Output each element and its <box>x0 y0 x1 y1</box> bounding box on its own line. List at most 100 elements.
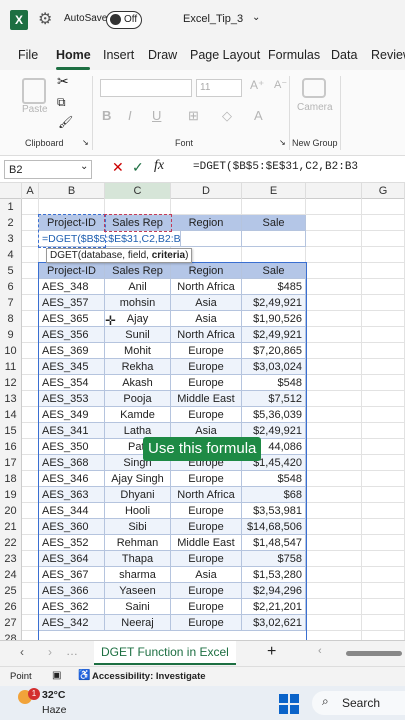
grid-cell[interactable] <box>306 471 362 487</box>
grid-cell[interactable] <box>22 295 39 311</box>
fill-color-icon[interactable]: ◇ <box>222 108 232 124</box>
more-icon[interactable]: … <box>66 644 78 658</box>
grid-cell[interactable] <box>22 519 39 535</box>
grid-cell[interactable] <box>22 583 39 599</box>
grid-cell[interactable] <box>362 519 405 535</box>
bold-icon[interactable]: B <box>102 108 111 123</box>
borders-icon[interactable]: ⊞ <box>188 108 199 124</box>
grid-cell[interactable] <box>362 359 405 375</box>
grid-cell[interactable] <box>362 343 405 359</box>
increase-font-icon[interactable]: A⁺ <box>250 78 264 92</box>
grid-cell[interactable] <box>362 263 405 279</box>
row-header[interactable]: 17 <box>0 455 22 471</box>
criteria-header-cell[interactable]: Sale <box>242 215 306 231</box>
grid-cell[interactable] <box>22 439 39 455</box>
format-painter-icon[interactable]: 🖌 <box>58 115 73 129</box>
row-header[interactable]: 26 <box>0 599 22 615</box>
sheet-tab-active[interactable]: DGET Function in Excel <box>94 641 236 665</box>
row-header[interactable]: 19 <box>0 487 22 503</box>
scroll-left-icon[interactable]: ‹ <box>318 645 322 657</box>
enter-icon[interactable]: ✓ <box>132 159 144 176</box>
grid-cell[interactable] <box>22 215 39 231</box>
grid-cell[interactable] <box>306 551 362 567</box>
tab-file[interactable]: File <box>18 48 38 62</box>
function-icon[interactable]: fx <box>154 158 164 174</box>
grid-cell[interactable] <box>22 407 39 423</box>
tab-insert[interactable]: Insert <box>103 48 134 62</box>
row-header[interactable]: 15 <box>0 423 22 439</box>
grid-cell[interactable] <box>306 231 362 247</box>
criteria-header-cell[interactable]: Region <box>171 215 242 231</box>
column-header[interactable]: C <box>105 183 171 199</box>
row-header[interactable]: 8 <box>0 311 22 327</box>
grid-cell[interactable] <box>22 247 39 263</box>
grid-cell[interactable] <box>362 599 405 615</box>
row-header[interactable]: 5 <box>0 263 22 279</box>
grid-cell[interactable] <box>362 391 405 407</box>
grid-cell[interactable] <box>362 231 405 247</box>
select-all-corner[interactable] <box>0 183 22 199</box>
row-header[interactable]: 3 <box>0 231 22 247</box>
grid-cell[interactable] <box>22 487 39 503</box>
grid-cell[interactable] <box>22 503 39 519</box>
grid-cell[interactable] <box>22 599 39 615</box>
column-header[interactable] <box>306 183 362 199</box>
font-color-icon[interactable]: A <box>254 108 263 123</box>
grid-cell[interactable] <box>22 615 39 631</box>
name-box[interactable]: B2 <box>4 160 92 179</box>
row-header[interactable]: 13 <box>0 391 22 407</box>
grid-cell[interactable] <box>306 407 362 423</box>
row-header[interactable]: 7 <box>0 295 22 311</box>
row-header[interactable]: 22 <box>0 535 22 551</box>
row-header[interactable]: 23 <box>0 551 22 567</box>
gear-icon[interactable]: ⚙ <box>38 9 52 29</box>
row-header[interactable]: 14 <box>0 407 22 423</box>
font-size-box[interactable]: 11 <box>196 79 242 97</box>
grid-cell[interactable] <box>22 359 39 375</box>
grid-cell[interactable] <box>306 199 362 215</box>
grid-cell[interactable] <box>242 247 306 263</box>
copy-icon[interactable]: ⧉ <box>57 95 66 110</box>
grid-cell[interactable] <box>105 199 171 215</box>
grid-cell[interactable] <box>22 391 39 407</box>
row-header[interactable]: 25 <box>0 583 22 599</box>
horizontal-scrollbar[interactable] <box>346 651 402 656</box>
row-header[interactable]: 27 <box>0 615 22 631</box>
cancel-icon[interactable]: ✕ <box>112 159 124 176</box>
temperature[interactable]: 32°C <box>42 689 65 701</box>
grid-cell[interactable] <box>306 423 362 439</box>
next-sheet-icon[interactable]: › <box>48 645 52 659</box>
column-header[interactable]: B <box>39 183 105 199</box>
prev-sheet-icon[interactable]: ‹ <box>20 645 24 659</box>
grid-cell[interactable] <box>362 215 405 231</box>
grid-cell[interactable] <box>306 343 362 359</box>
grid-cell[interactable] <box>306 311 362 327</box>
decrease-font-icon[interactable]: A⁻ <box>274 78 287 91</box>
launcher-icon[interactable]: ↘ <box>279 138 286 147</box>
tab-draw[interactable]: Draw <box>148 48 177 62</box>
grid-cell[interactable] <box>362 471 405 487</box>
column-header[interactable]: D <box>171 183 242 199</box>
row-header[interactable]: 4 <box>0 247 22 263</box>
accessibility-icon[interactable]: ♿ <box>78 670 90 681</box>
grid-cell[interactable] <box>306 455 362 471</box>
grid-cell[interactable] <box>362 279 405 295</box>
grid-cell[interactable] <box>306 439 362 455</box>
grid-cell[interactable] <box>362 407 405 423</box>
chevron-down-icon[interactable]: ⌄ <box>252 12 260 23</box>
grid-cell[interactable] <box>362 503 405 519</box>
grid-cell[interactable] <box>362 311 405 327</box>
worksheet-grid[interactable]: 1 2 3 4 5 6 7 8 9 10 11 12 13 14 15 16 17 18 19 20 21 22 23 24 2… <box>0 199 405 647</box>
column-header[interactable]: G <box>362 183 405 199</box>
row-header[interactable]: 6 <box>0 279 22 295</box>
grid-cell[interactable] <box>181 231 242 247</box>
grid-cell[interactable] <box>306 583 362 599</box>
grid-cell[interactable] <box>22 199 39 215</box>
grid-cell[interactable] <box>362 295 405 311</box>
grid-cell[interactable] <box>362 423 405 439</box>
grid-cell[interactable] <box>22 343 39 359</box>
grid-cell[interactable] <box>306 279 362 295</box>
grid-cell[interactable] <box>306 503 362 519</box>
grid-cell[interactable] <box>362 567 405 583</box>
row-header[interactable]: 9 <box>0 327 22 343</box>
